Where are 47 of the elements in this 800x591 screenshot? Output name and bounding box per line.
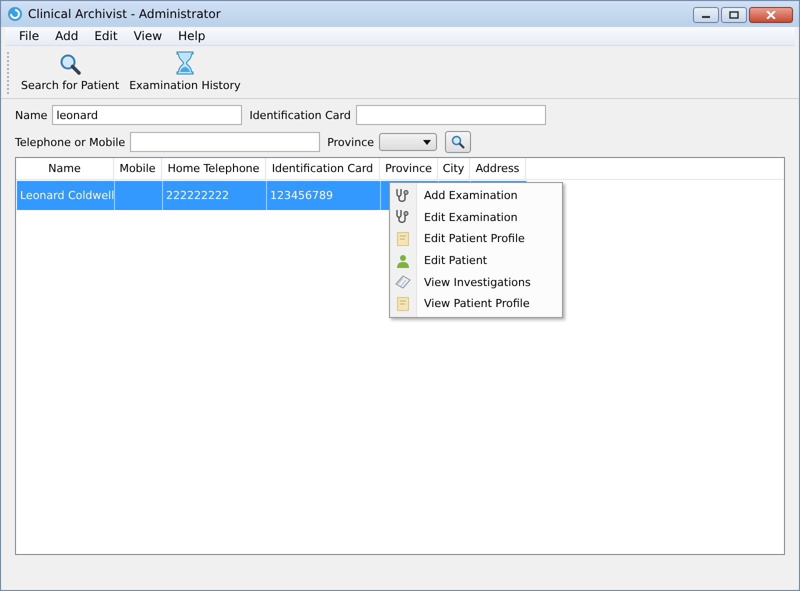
menu-item[interactable]: Edit [86,29,126,43]
field-label: Province [327,136,374,148]
stethoscope-icon [395,188,411,204]
caret-icon [423,140,432,144]
table-cell: 123456789 [267,181,381,210]
column-header[interactable]: Province [380,158,438,179]
hourglass-icon [176,51,194,75]
column-header[interactable]: Address [470,158,526,179]
column-header[interactable]: City [438,158,470,179]
toolbar-button[interactable]: Examination History [124,48,246,98]
search-icon [451,135,466,149]
menu-item[interactable]: View Patient Profile [390,292,562,315]
maximize-icon [729,11,739,19]
close-button[interactable] [749,7,793,23]
field-label: Name [15,108,48,122]
menu-item[interactable]: Add [47,29,86,43]
field-label: Telephone or Mobile [15,136,126,148]
menu-item[interactable]: File [11,29,48,43]
maximize-button[interactable] [721,7,747,23]
column-header[interactable]: Mobile [114,158,162,179]
field-label: Identification Card [249,108,351,122]
telephone-field[interactable] [130,132,320,152]
table-cell: 222222222 [163,181,267,210]
stethoscope-icon [395,209,411,226]
toolbar-button[interactable]: Search for Patient [16,48,124,98]
menu-item[interactable]: View [126,29,170,43]
name-field[interactable]: leonard [52,105,242,125]
note-icon [397,296,409,311]
table-cell: Leonard Coldwell [17,181,115,210]
window-title: Clinical Archivist - Administrator [28,7,221,21]
note-icon [397,232,409,246]
app-icon [7,6,23,22]
column-header[interactable]: Identification Card [266,158,380,179]
menu-item[interactable]: Edit Patient Profile [390,228,562,250]
close-icon [766,11,776,19]
minimize-button[interactable] [693,7,719,23]
column-header[interactable]: Name [16,158,114,179]
magnifier-icon [59,53,82,75]
menu-item[interactable]: Help [170,29,214,43]
menu-item[interactable]: View Investigations [390,271,562,293]
province-dropdown[interactable] [379,133,438,151]
identification-field[interactable] [356,105,546,125]
book-icon [395,275,411,290]
person-icon [397,254,409,268]
menu-item[interactable]: Edit Patient [390,250,562,272]
search-button[interactable] [445,131,472,153]
column-header[interactable]: Home Telephone [162,158,266,179]
